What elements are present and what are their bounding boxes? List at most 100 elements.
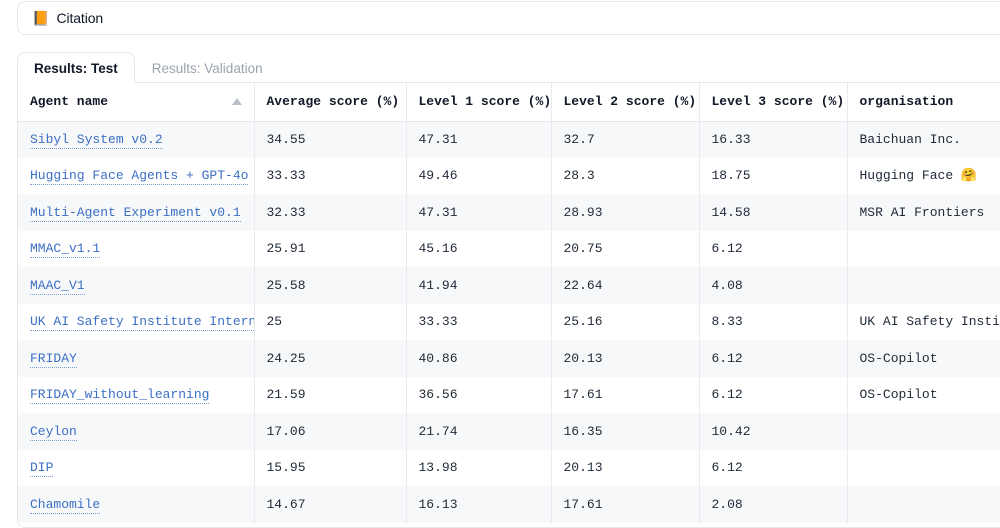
cell-level-2-score: 17.61 xyxy=(551,486,699,523)
cell-level-3-score: 18.75 xyxy=(699,158,847,195)
table-row: Multi-Agent Experiment v0.1 32.3347.3128.… xyxy=(18,194,1000,231)
agent-name-link[interactable]: MAAC_V1 xyxy=(30,278,85,295)
agent-name-link[interactable]: MMAC_v1.1 xyxy=(30,241,100,258)
cell-level-1-score: 47.31 xyxy=(406,121,551,158)
cell-average-score: 25.58 xyxy=(254,267,406,304)
table-body: Sibyl System v0.234.5547.3132.716.33Baic… xyxy=(18,121,1000,523)
cell-agent-name: MAAC_V1 xyxy=(18,267,254,304)
column-header-level-3-score[interactable]: Level 3 score (%) xyxy=(699,83,847,121)
agent-name-link[interactable]: DIP xyxy=(30,460,53,477)
column-header-level-1-score-label: Level 1 score (%) xyxy=(419,94,552,109)
cell-agent-name: Chamomile xyxy=(18,486,254,523)
cell-agent-name: MMAC_v1.1 xyxy=(18,231,254,268)
agent-name-link[interactable]: UK AI Safety Institute Internal xyxy=(30,314,254,331)
column-header-organisation-label: organisation xyxy=(860,94,954,109)
agent-name-link[interactable]: Multi-Agent Experiment v0.1 xyxy=(30,205,241,222)
cell-level-1-score: 49.46 xyxy=(406,158,551,195)
cell-level-3-score: 14.58 xyxy=(699,194,847,231)
table-row: UK AI Safety Institute Internal2533.3325… xyxy=(18,304,1000,341)
citation-accordion[interactable]: 📙 Citation xyxy=(17,1,1000,35)
cell-level-1-score: 36.56 xyxy=(406,377,551,414)
cell-organisation xyxy=(847,267,1000,304)
table-row: Sibyl System v0.234.5547.3132.716.33Baic… xyxy=(18,121,1000,158)
cell-organisation xyxy=(847,231,1000,268)
tab-results-test-label: Results: Test xyxy=(34,61,118,76)
cell-level-1-score: 13.98 xyxy=(406,450,551,487)
column-header-level-3-score-label: Level 3 score (%) xyxy=(712,94,845,109)
cell-level-3-score: 6.12 xyxy=(699,450,847,487)
cell-organisation: Baichuan Inc. xyxy=(847,121,1000,158)
cell-level-1-score: 16.13 xyxy=(406,486,551,523)
cell-organisation xyxy=(847,450,1000,487)
cell-agent-name: FRIDAY xyxy=(18,340,254,377)
cell-agent-name: UK AI Safety Institute Internal xyxy=(18,304,254,341)
table-row: FRIDAY24.2540.8620.136.12OS-Copilot xyxy=(18,340,1000,377)
column-header-agent-name[interactable]: Agent name xyxy=(18,83,254,121)
column-header-level-2-score-label: Level 2 score (%) xyxy=(564,94,697,109)
cell-agent-name: Hugging Face Agents + GPT-4o xyxy=(18,158,254,195)
cell-level-2-score: 20.13 xyxy=(551,450,699,487)
cell-organisation: OS-Copilot xyxy=(847,340,1000,377)
agent-name-link[interactable]: FRIDAY_without_learning xyxy=(30,387,209,404)
cell-average-score: 25 xyxy=(254,304,406,341)
cell-average-score: 34.55 xyxy=(254,121,406,158)
cell-level-3-score: 16.33 xyxy=(699,121,847,158)
column-header-average-score-label: Average score (%) xyxy=(267,94,400,109)
cell-organisation xyxy=(847,486,1000,523)
tab-results-test[interactable]: Results: Test xyxy=(17,52,135,83)
cell-average-score: 25.91 xyxy=(254,231,406,268)
cell-average-score: 15.95 xyxy=(254,450,406,487)
leaderboard-table-panel[interactable]: Agent name Average score (%) Level 1 sco… xyxy=(17,82,1000,528)
cell-level-2-score: 25.16 xyxy=(551,304,699,341)
cell-agent-name: Multi-Agent Experiment v0.1 xyxy=(18,194,254,231)
cell-organisation: UK AI Safety Institute xyxy=(847,304,1000,341)
column-header-agent-name-label: Agent name xyxy=(30,94,108,109)
cell-agent-name: Sibyl System v0.2 xyxy=(18,121,254,158)
agent-name-link[interactable]: Chamomile xyxy=(30,497,100,514)
cell-level-2-score: 20.13 xyxy=(551,340,699,377)
cell-average-score: 32.33 xyxy=(254,194,406,231)
column-header-level-1-score[interactable]: Level 1 score (%) xyxy=(406,83,551,121)
cell-level-1-score: 47.31 xyxy=(406,194,551,231)
cell-level-1-score: 33.33 xyxy=(406,304,551,341)
cell-level-2-score: 28.3 xyxy=(551,158,699,195)
orange-book-icon: 📙 xyxy=(32,11,49,25)
leaderboard-page: 📙 Citation Results: Test Results: Valida… xyxy=(0,0,1000,528)
citation-label: Citation xyxy=(56,10,103,26)
sort-ascending-triangle-icon[interactable] xyxy=(232,98,242,105)
cell-level-2-score: 16.35 xyxy=(551,413,699,450)
column-header-level-2-score[interactable]: Level 2 score (%) xyxy=(551,83,699,121)
table-row: MMAC_v1.125.9145.1620.756.12 xyxy=(18,231,1000,268)
table-header: Agent name Average score (%) Level 1 sco… xyxy=(18,83,1000,121)
tab-results-validation-label: Results: Validation xyxy=(152,61,263,76)
cell-organisation xyxy=(847,413,1000,450)
cell-organisation: MSR AI Frontiers xyxy=(847,194,1000,231)
results-tab-strip: Results: Test Results: Validation xyxy=(17,52,1000,83)
agent-name-link[interactable]: Ceylon xyxy=(30,424,77,441)
table-row: MAAC_V125.5841.9422.644.08 xyxy=(18,267,1000,304)
column-header-average-score[interactable]: Average score (%) xyxy=(254,83,406,121)
cell-level-3-score: 2.08 xyxy=(699,486,847,523)
cell-agent-name: Ceylon xyxy=(18,413,254,450)
cell-average-score: 21.59 xyxy=(254,377,406,414)
column-header-organisation[interactable]: organisation xyxy=(847,83,1000,121)
cell-level-2-score: 28.93 xyxy=(551,194,699,231)
agent-name-link[interactable]: Sibyl System v0.2 xyxy=(30,132,163,149)
cell-level-2-score: 22.64 xyxy=(551,267,699,304)
cell-level-3-score: 6.12 xyxy=(699,231,847,268)
cell-level-1-score: 41.94 xyxy=(406,267,551,304)
cell-average-score: 33.33 xyxy=(254,158,406,195)
cell-organisation: OS-Copilot xyxy=(847,377,1000,414)
cell-level-3-score: 8.33 xyxy=(699,304,847,341)
cell-average-score: 24.25 xyxy=(254,340,406,377)
table-row: Hugging Face Agents + GPT-4o 33.3349.4628… xyxy=(18,158,1000,195)
cell-level-1-score: 45.16 xyxy=(406,231,551,268)
table-row: Ceylon 17.0621.7416.3510.42 xyxy=(18,413,1000,450)
tab-results-validation[interactable]: Results: Validation xyxy=(135,52,280,83)
table-header-row: Agent name Average score (%) Level 1 sco… xyxy=(18,83,1000,121)
cell-level-1-score: 21.74 xyxy=(406,413,551,450)
cell-average-score: 17.06 xyxy=(254,413,406,450)
agent-name-link[interactable]: FRIDAY xyxy=(30,351,77,368)
agent-name-link[interactable]: Hugging Face Agents + GPT-4o xyxy=(30,168,248,185)
cell-level-3-score: 10.42 xyxy=(699,413,847,450)
